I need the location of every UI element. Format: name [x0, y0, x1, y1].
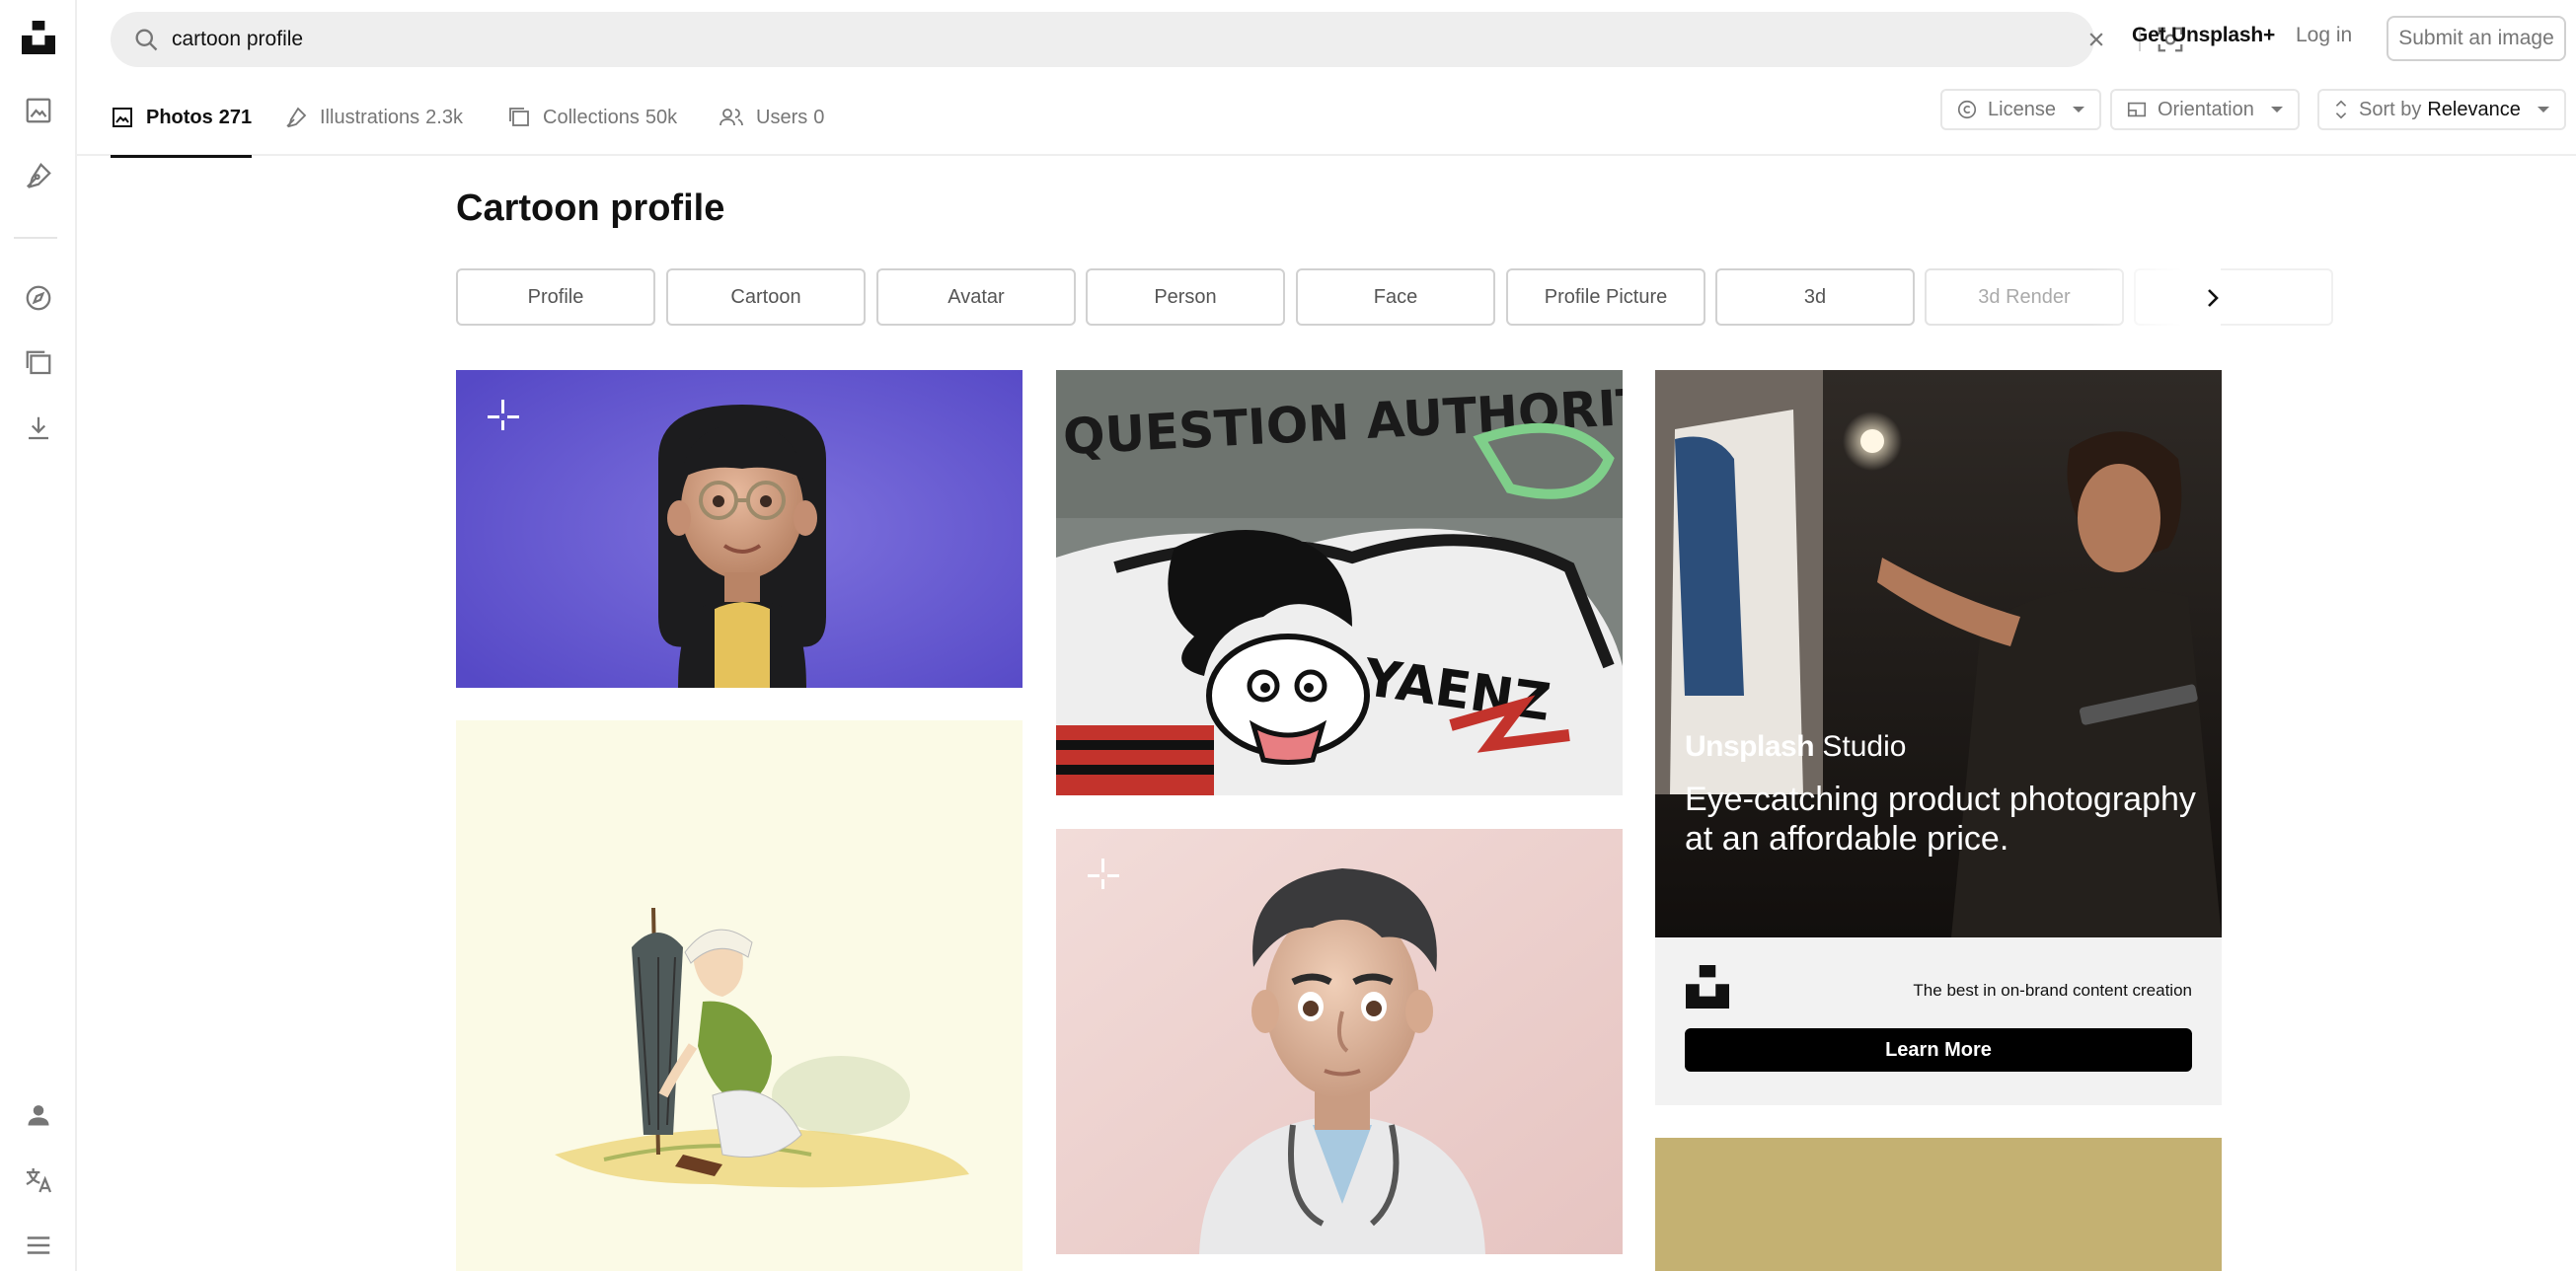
unsplash-logo-icon[interactable] — [0, 8, 77, 67]
search-input[interactable] — [172, 22, 2047, 57]
photo-olive-solid[interactable] — [1655, 1138, 2222, 1271]
ad-card-unsplash-studio[interactable]: Unsplash Studio Eye-catching product pho… — [1655, 370, 2222, 1105]
learn-more-button[interactable]: Learn More — [1685, 1028, 2192, 1072]
photo-olive-solid-image — [1655, 1138, 2222, 1271]
ad-tagline: The best in on-brand content creation — [1913, 981, 2192, 1000]
compass-icon[interactable] — [0, 268, 77, 328]
search-bar[interactable] — [111, 12, 2183, 67]
ad-headline: Eye-catching product photography at an a… — [1685, 781, 2196, 858]
ad-brand: Unsplash Studio — [1685, 730, 1906, 764]
sort-icon — [2335, 100, 2347, 119]
tab-photos[interactable]: Photos 271 — [111, 79, 253, 158]
ad-brand-light: Studio — [1822, 730, 1907, 763]
left-rail — [0, 0, 77, 1271]
chevron-right-icon[interactable] — [2193, 278, 2233, 318]
rail-divider — [14, 237, 57, 239]
chevron-down-icon — [2537, 107, 2549, 112]
collections-icon — [509, 108, 529, 126]
tab-label: Illustrations — [320, 106, 420, 128]
orientation-filter[interactable]: Orientation — [2110, 89, 2300, 130]
unsplash-logo-icon — [1686, 965, 1729, 1009]
image-icon[interactable] — [0, 81, 77, 140]
ad-brand-bold: Unsplash — [1685, 730, 1815, 763]
sort-filter-value: Relevance — [2427, 98, 2521, 120]
orientation-icon — [2127, 102, 2147, 117]
unsplash-plus-icon — [1084, 857, 1123, 901]
photo-graffiti-cartoon-image: QUESTION AUTHORITY YAENZ — [1056, 370, 1623, 795]
tab-label: Users — [756, 106, 808, 128]
photo-3d-girl-glasses-image — [456, 370, 1023, 688]
chevron-down-icon — [2270, 107, 2283, 112]
photo-vintage-illustration[interactable] — [456, 720, 1023, 1271]
related-chip[interactable]: Profile — [456, 268, 655, 326]
related-chip[interactable]: Profile Picture — [1506, 268, 1705, 326]
photo-3d-doctor[interactable] — [1056, 829, 1623, 1254]
tab-count: 271 — [218, 106, 253, 128]
photo-3d-girl-glasses[interactable] — [456, 370, 1023, 688]
license-filter-label: License — [1988, 98, 2056, 120]
tab-label: Collections — [543, 106, 640, 128]
users-icon — [720, 109, 743, 126]
related-chip[interactable]: Avatar — [876, 268, 1076, 326]
close-icon[interactable] — [2083, 26, 2110, 58]
related-chip[interactable]: 3d — [1715, 268, 1915, 326]
tab-illustrations[interactable]: Illustrations 2.3k — [284, 79, 463, 156]
unsplash-plus-icon — [484, 398, 523, 442]
search-icon[interactable] — [132, 26, 160, 58]
tab-users[interactable]: Users 0 — [719, 79, 824, 156]
sort-filter-prefix: Sort by — [2359, 98, 2422, 120]
sort-filter[interactable]: Sort by Relevance — [2317, 89, 2566, 130]
tab-count: 0 — [813, 106, 825, 128]
photo-3d-doctor-image — [1056, 829, 1623, 1254]
related-chip[interactable]: Face — [1296, 268, 1495, 326]
pen-icon[interactable] — [0, 146, 77, 205]
tab-count: 50k — [644, 106, 678, 128]
page-title: Cartoon profile — [456, 187, 725, 229]
tab-collections[interactable]: Collections 50k — [507, 79, 677, 156]
submit-image-button[interactable]: Submit an image — [2387, 16, 2566, 61]
tab-count: 2.3k — [425, 106, 463, 128]
photo-vintage-illustration-image — [456, 720, 1023, 1271]
license-filter[interactable]: License — [1940, 89, 2101, 130]
chevron-down-icon — [2072, 107, 2084, 112]
copyright-icon — [1957, 100, 1977, 119]
download-icon[interactable] — [0, 399, 77, 458]
image-icon — [113, 108, 132, 127]
ad-footer: The best in on-brand content creation Le… — [1655, 937, 2222, 1105]
translate-icon[interactable] — [0, 1151, 77, 1210]
related-chip[interactable]: Cartoon — [666, 268, 866, 326]
related-chip[interactable]: Person — [1086, 268, 1285, 326]
collections-icon[interactable] — [0, 334, 77, 393]
pen-icon — [286, 107, 307, 128]
photo-graffiti-cartoon[interactable]: QUESTION AUTHORITY YAENZ — [1056, 370, 1623, 795]
user-icon[interactable] — [0, 1085, 77, 1145]
login-link[interactable]: Log in — [2296, 24, 2352, 47]
menu-icon[interactable] — [0, 1216, 77, 1271]
tab-label: Photos — [146, 106, 213, 128]
orientation-filter-label: Orientation — [2158, 98, 2254, 120]
get-unsplash-plus-link[interactable]: Get Unsplash+ — [2132, 24, 2275, 47]
